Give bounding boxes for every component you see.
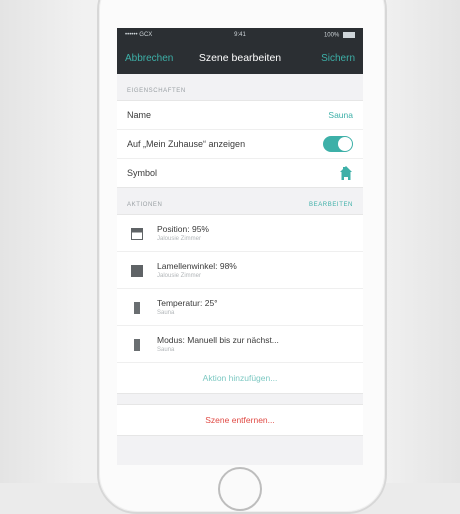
- app-screen: •••••• GCX 9:41 100% Abbrechen Szene bea…: [117, 28, 363, 465]
- carrier-text: •••••• GCX: [125, 32, 153, 39]
- symbol-row[interactable]: Symbol: [117, 159, 363, 187]
- thermostat-icon: [131, 301, 143, 314]
- actions-section-label: AKTIONEN: [127, 202, 163, 208]
- name-value: Sauna: [328, 110, 353, 120]
- edit-actions-button[interactable]: BEARBEITEN: [309, 202, 353, 208]
- save-button[interactable]: Sichern: [321, 53, 355, 64]
- home-button[interactable]: [218, 467, 262, 511]
- battery-text: 100%: [324, 32, 355, 39]
- top-bar: •••••• GCX 9:41 100% Abbrechen Szene bea…: [117, 28, 363, 74]
- symbol-label: Symbol: [127, 168, 158, 178]
- name-row[interactable]: Name Sauna: [117, 101, 363, 130]
- action-title: Modus: Manuell bis zur nächst...: [157, 335, 279, 345]
- battery-icon: [343, 32, 355, 38]
- action-item[interactable]: Modus: Manuell bis zur nächst... Sauna: [117, 326, 363, 363]
- properties-card: Name Sauna Auf „Mein Zuhause“ anzeigen S…: [117, 100, 363, 188]
- action-item[interactable]: Lamellenwinkel: 98% Jalousie Zimmer: [117, 252, 363, 289]
- add-action-button[interactable]: Aktion hinzufügen...: [117, 363, 363, 393]
- status-bar: •••••• GCX 9:41 100%: [117, 28, 363, 39]
- actions-section-header: AKTIONEN BEARBEITEN: [117, 188, 363, 214]
- name-label: Name: [127, 110, 152, 120]
- thermostat-icon: [131, 338, 143, 351]
- show-home-toggle[interactable]: [323, 136, 353, 152]
- clock-text: 9:41: [234, 32, 246, 38]
- action-subtitle: Sauna: [157, 347, 175, 353]
- cancel-button[interactable]: Abbrechen: [125, 53, 173, 64]
- action-subtitle: Jalousie Zimmer: [157, 236, 202, 242]
- page-title: Szene bearbeiten: [198, 52, 282, 64]
- navigation-bar: Abbrechen Szene bearbeiten Sichern: [117, 48, 363, 68]
- show-home-row: Auf „Mein Zuhause“ anzeigen: [117, 130, 363, 159]
- action-title: Position: 95%: [157, 224, 209, 234]
- blind-closed-icon: [131, 264, 143, 277]
- action-item[interactable]: Position: 95% Jalousie Zimmer: [117, 215, 363, 252]
- action-title: Lamellenwinkel: 98%: [157, 261, 237, 271]
- show-home-label: Auf „Mein Zuhause“ anzeigen: [127, 139, 246, 149]
- toggle-knob: [338, 137, 352, 151]
- remove-scene-button[interactable]: Szene entfernen...: [117, 404, 363, 436]
- house-icon: [339, 165, 353, 181]
- action-title: Temperatur: 25°: [157, 298, 218, 308]
- action-subtitle: Jalousie Zimmer: [157, 273, 202, 279]
- properties-section-header: EIGENSCHAFTEN: [117, 74, 363, 100]
- properties-section-label: EIGENSCHAFTEN: [127, 88, 186, 94]
- blind-open-icon: [131, 227, 143, 240]
- action-item[interactable]: Temperatur: 25° Sauna: [117, 289, 363, 326]
- actions-card: Position: 95% Jalousie Zimmer Lamellenwi…: [117, 214, 363, 394]
- action-subtitle: Sauna: [157, 310, 175, 316]
